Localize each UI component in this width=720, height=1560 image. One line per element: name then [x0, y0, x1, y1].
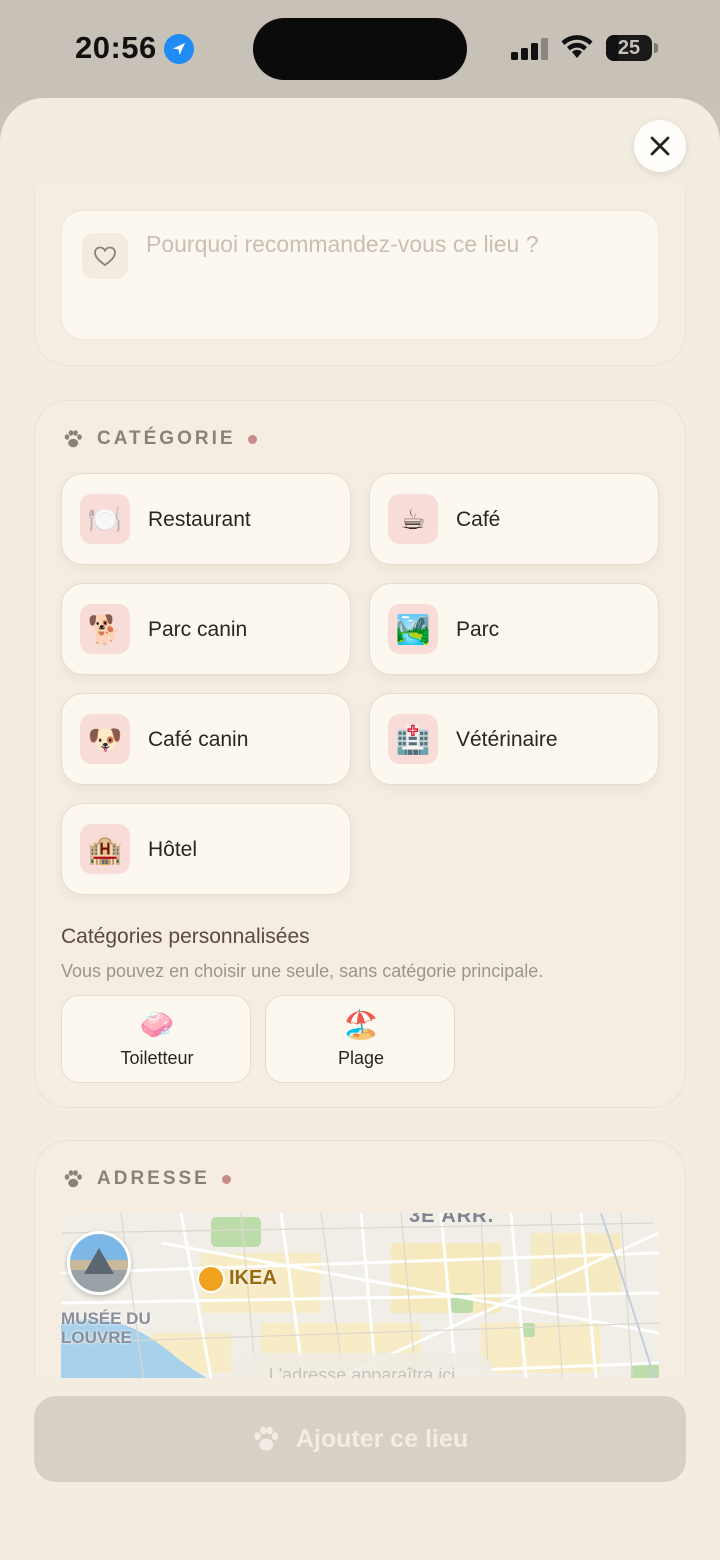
close-icon: [650, 136, 670, 156]
soap-icon: 🧼: [139, 1009, 175, 1040]
close-button[interactable]: [634, 120, 686, 172]
plate-icon: 🍽️: [80, 494, 130, 544]
category-option-dog-park[interactable]: 🐕 Parc canin: [61, 583, 351, 675]
category-option-restaurant[interactable]: 🍽️ Restaurant: [61, 473, 351, 565]
battery-level: 25: [617, 37, 641, 59]
add-place-label: Ajouter ce lieu: [295, 1424, 469, 1453]
paw-icon: [64, 1170, 82, 1188]
address-header: ADRESSE: [63, 1168, 231, 1189]
category-option-label: Vétérinaire: [456, 728, 558, 751]
category-label: CATÉGORIE: [97, 428, 236, 449]
ikea-pin[interactable]: [197, 1265, 225, 1293]
required-dot: [247, 434, 257, 444]
map-arrondissement-label: 3E ARR.: [409, 1213, 495, 1227]
custom-categories-subtitle: Vous pouvez en choisir une seule, sans c…: [61, 961, 544, 981]
paw-icon: [64, 430, 82, 448]
paw-icon: [254, 1426, 279, 1451]
dog-icon: 🐕: [80, 604, 130, 654]
heart-icon: [82, 233, 128, 279]
category-option-label: Restaurant: [148, 508, 251, 531]
recommendation-placeholder: Pourquoi recommandez-vous ce lieu ?: [146, 231, 539, 257]
location-arrow-icon: [164, 34, 194, 64]
battery-icon: 25: [606, 35, 652, 61]
louvre-pin[interactable]: [67, 1231, 131, 1295]
wifi-icon: [561, 35, 593, 58]
recommendation-input[interactable]: Pourquoi recommandez-vous ce lieu ?: [61, 210, 659, 340]
status-time: 20:56: [75, 30, 157, 65]
category-option-label: Parc canin: [148, 618, 248, 641]
category-option-cafe[interactable]: ☕ Café: [369, 473, 659, 565]
custom-categories-title: Catégories personnalisées: [61, 925, 310, 948]
category-option-dog-cafe[interactable]: 🐶 Café canin: [61, 693, 351, 785]
add-place-button[interactable]: Ajouter ce lieu: [34, 1396, 686, 1482]
custom-category-label: Toiletteur: [120, 1048, 194, 1068]
recommendation-card: Pourquoi recommandez-vous ce lieu ?: [34, 188, 686, 366]
category-option-label: Parc: [456, 618, 500, 641]
category-option-label: Café canin: [148, 728, 249, 751]
park-icon: 🏞️: [388, 604, 438, 654]
cellular-signal-icon: [511, 38, 548, 60]
category-option-park[interactable]: 🏞️ Parc: [369, 583, 659, 675]
hotel-icon: 🏨: [80, 824, 130, 874]
louvre-label: MUSÉE DU LOUVRE: [61, 1309, 151, 1347]
coffee-icon: ☕: [388, 494, 438, 544]
category-header: CATÉGORIE: [63, 428, 257, 449]
dog-face-icon: 🐶: [80, 714, 130, 764]
custom-category-label: Plage: [337, 1048, 385, 1068]
beach-icon: 🏖️: [343, 1009, 379, 1040]
category-option-veterinary[interactable]: 🏥 Vétérinaire: [369, 693, 659, 785]
hospital-icon: 🏥: [388, 714, 438, 764]
category-card: CATÉGORIE 🍽️ Restaurant ☕ Café 🐕 Parc ca…: [34, 400, 686, 1108]
category-option-label: Café: [456, 508, 501, 531]
dynamic-island: [253, 18, 467, 80]
address-label: ADRESSE: [97, 1168, 210, 1189]
add-place-sheet: Pourquoi recommandez-vous ce lieu ? CATÉ…: [0, 98, 720, 1560]
category-option-label: Hôtel: [148, 838, 198, 861]
custom-category-beach[interactable]: 🏖️ Plage: [265, 995, 455, 1083]
required-dot: [221, 1174, 231, 1184]
status-bar: 20:56 25: [0, 0, 720, 100]
category-option-hotel[interactable]: 🏨 Hôtel: [61, 803, 351, 895]
custom-category-groomer[interactable]: 🧼 Toiletteur: [61, 995, 251, 1083]
ikea-label: IKEA: [229, 1267, 277, 1289]
